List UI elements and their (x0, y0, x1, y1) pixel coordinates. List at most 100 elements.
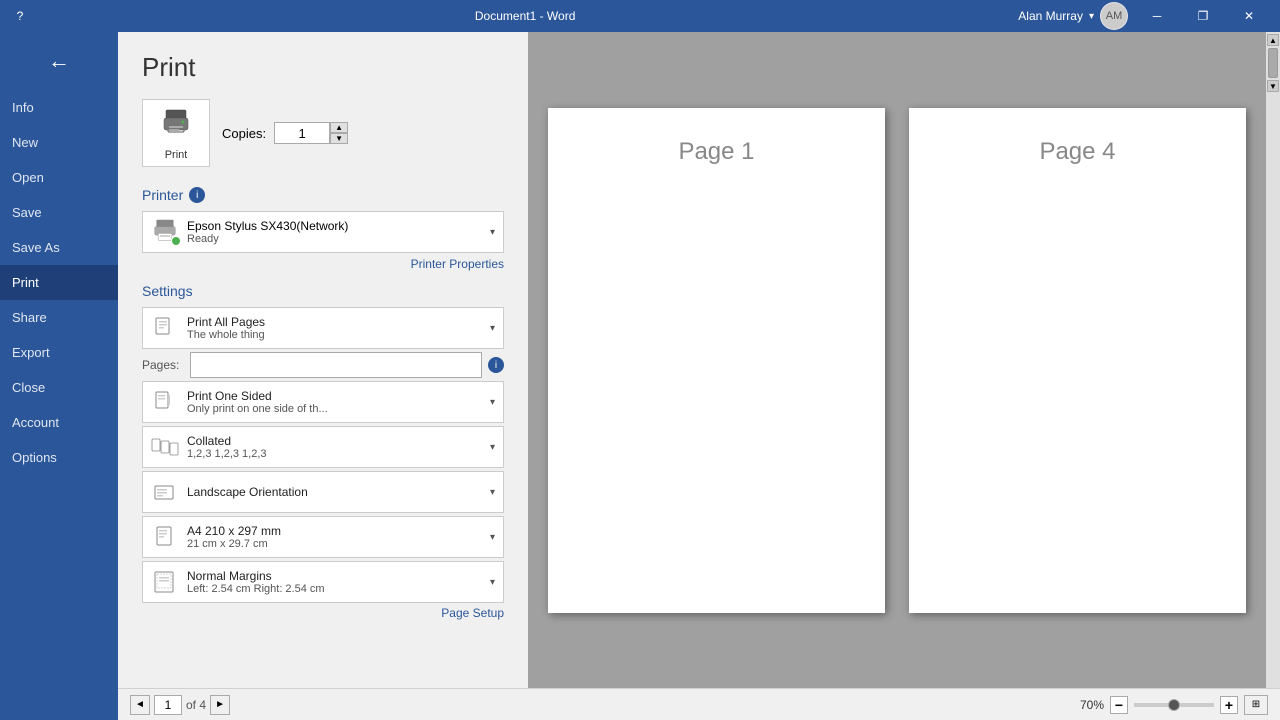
titlebar: ? Document1 - Word Alan Murray ▾ AM ─ ❐ … (0, 0, 1280, 32)
titlebar-controls: ─ ❐ ✕ (1134, 0, 1272, 32)
sidebar-item-saveas[interactable]: Save As (0, 230, 118, 265)
pages-dropdown-arrow: ▾ (490, 323, 495, 334)
sidebar-item-options[interactable]: Options (0, 440, 118, 475)
zoom-slider[interactable] (1134, 703, 1214, 707)
paper-arrow: ▾ (490, 532, 495, 543)
sidebar-item-save[interactable]: Save (0, 195, 118, 230)
bottom-bar: ◄ 1 of 4 ► 70% − + ⊞ (118, 688, 1280, 720)
left-panel: Print (118, 32, 528, 688)
orientation-arrow: ▾ (490, 487, 495, 498)
printer-icon-area (151, 218, 179, 246)
margins-arrow: ▾ (490, 577, 495, 588)
margins-icon (151, 568, 179, 596)
printer-properties-link[interactable]: Printer Properties (142, 257, 504, 271)
scroll-top-button[interactable]: ▲ (1267, 34, 1279, 46)
margins-sub: Left: 2.54 cm Right: 2.54 cm (187, 583, 482, 595)
orientation-text: Landscape Orientation (187, 485, 482, 499)
preview-canvas: Page 1 Page 4 (528, 32, 1266, 688)
pages-info-icon[interactable]: i (488, 357, 504, 373)
printer-section-label: Printer i (142, 187, 504, 203)
orientation-main: Landscape Orientation (187, 485, 482, 499)
copies-down-button[interactable]: ▼ (330, 133, 348, 144)
zoom-in-button[interactable]: + (1220, 696, 1238, 714)
zoom-slider-thumb[interactable] (1168, 699, 1180, 711)
print-pages-dropdown[interactable]: Print All Pages The whole thing ▾ (142, 307, 504, 349)
back-button[interactable]: ← (34, 36, 84, 86)
help-button[interactable]: ? (8, 4, 32, 28)
copies-spinners: ▲ ▼ (330, 122, 348, 144)
collated-dropdown[interactable]: Collated 1,2,3 1,2,3 1,2,3 ▾ (142, 426, 504, 468)
printer-info: Epson Stylus SX430(Network) Ready (187, 219, 482, 245)
preview-area: Page 1 Page 4 ▲ ▼ (528, 32, 1280, 688)
page-preview-4: Page 4 (909, 108, 1246, 613)
printer-info-icon[interactable]: i (189, 187, 205, 203)
prev-page-button[interactable]: ◄ (130, 695, 150, 715)
sides-main: Print One Sided (187, 389, 482, 403)
printer-dropdown[interactable]: Epson Stylus SX430(Network) Ready ▾ (142, 211, 504, 253)
pages-icon (151, 314, 179, 342)
restore-button[interactable]: ❐ (1180, 0, 1226, 32)
printer-icon (160, 106, 192, 145)
paper-text: A4 210 x 297 mm 21 cm x 29.7 cm (187, 524, 482, 550)
sidebar-item-print[interactable]: Print (0, 265, 118, 300)
collated-arrow: ▾ (490, 442, 495, 453)
sidebar-item-export[interactable]: Export (0, 335, 118, 370)
print-button[interactable]: Print (142, 99, 210, 167)
paper-icon (151, 523, 179, 551)
page-setup-link[interactable]: Page Setup (142, 606, 504, 620)
preview-scrollbar: ▲ ▼ (1266, 32, 1280, 688)
sides-arrow: ▾ (490, 397, 495, 408)
current-page-input[interactable]: 1 (154, 695, 182, 715)
pages-dropdown-main: Print All Pages (187, 315, 482, 329)
paper-dropdown[interactable]: A4 210 x 297 mm 21 cm x 29.7 cm ▾ (142, 516, 504, 558)
sidebar-item-open[interactable]: Open (0, 160, 118, 195)
page-nav: ◄ 1 of 4 ► (130, 695, 230, 715)
main-content: Print (118, 32, 1280, 720)
pages-row: Pages: i (142, 352, 504, 378)
back-arrow-icon: ← (48, 48, 70, 74)
collated-main: Collated (187, 434, 482, 448)
scroll-thumb[interactable] (1268, 48, 1278, 78)
print-btn-area: Print Copies: 1 ▲ ▼ (142, 99, 504, 167)
print-title: Print (142, 52, 504, 83)
sidebar-item-close[interactable]: Close (0, 370, 118, 405)
collated-text: Collated 1,2,3 1,2,3 1,2,3 (187, 434, 482, 460)
collated-sub: 1,2,3 1,2,3 1,2,3 (187, 448, 482, 460)
print-label: Print (165, 149, 188, 161)
next-page-button[interactable]: ► (210, 695, 230, 715)
sidebar-item-info[interactable]: Info (0, 90, 118, 125)
app-body: ← Info New Open Save Save As Print Share… (0, 32, 1280, 720)
paper-main: A4 210 x 297 mm (187, 524, 482, 538)
collated-icon (151, 433, 179, 461)
user-name[interactable]: Alan Murray (1018, 9, 1083, 23)
sides-dropdown[interactable]: Print One Sided Only print on one side o… (142, 381, 504, 423)
copies-up-button[interactable]: ▲ (330, 122, 348, 133)
printer-status: Ready (187, 233, 482, 245)
zoom-out-button[interactable]: − (1110, 696, 1128, 714)
user-dropdown-icon[interactable]: ▾ (1089, 11, 1094, 22)
orientation-dropdown[interactable]: Landscape Orientation ▾ (142, 471, 504, 513)
sidebar-item-account[interactable]: Account (0, 405, 118, 440)
sidebar-item-new[interactable]: New (0, 125, 118, 160)
page-preview-1: Page 1 (548, 108, 885, 613)
avatar: AM (1100, 2, 1128, 30)
titlebar-title: Document1 - Word (32, 9, 1018, 23)
settings-section-label: Settings (142, 283, 504, 299)
zoom-label: 70% (1080, 698, 1104, 712)
sides-icon (151, 388, 179, 416)
printer-name: Epson Stylus SX430(Network) (187, 219, 482, 233)
close-window-button[interactable]: ✕ (1226, 0, 1272, 32)
copies-input[interactable]: 1 (274, 122, 330, 144)
fit-page-button[interactable]: ⊞ (1244, 695, 1268, 715)
sides-sub: Only print on one side of th... (187, 403, 482, 415)
pages-dropdown-sub: The whole thing (187, 329, 482, 341)
orientation-icon (151, 478, 179, 506)
margins-dropdown[interactable]: Normal Margins Left: 2.54 cm Right: 2.54… (142, 561, 504, 603)
titlebar-left: ? (8, 4, 32, 28)
minimize-button[interactable]: ─ (1134, 0, 1180, 32)
page-of-label: of 4 (186, 698, 206, 712)
scroll-bottom-button[interactable]: ▼ (1267, 80, 1279, 92)
sidebar-item-share[interactable]: Share (0, 300, 118, 335)
pages-label: Pages: (142, 358, 184, 372)
pages-input[interactable] (190, 352, 482, 378)
